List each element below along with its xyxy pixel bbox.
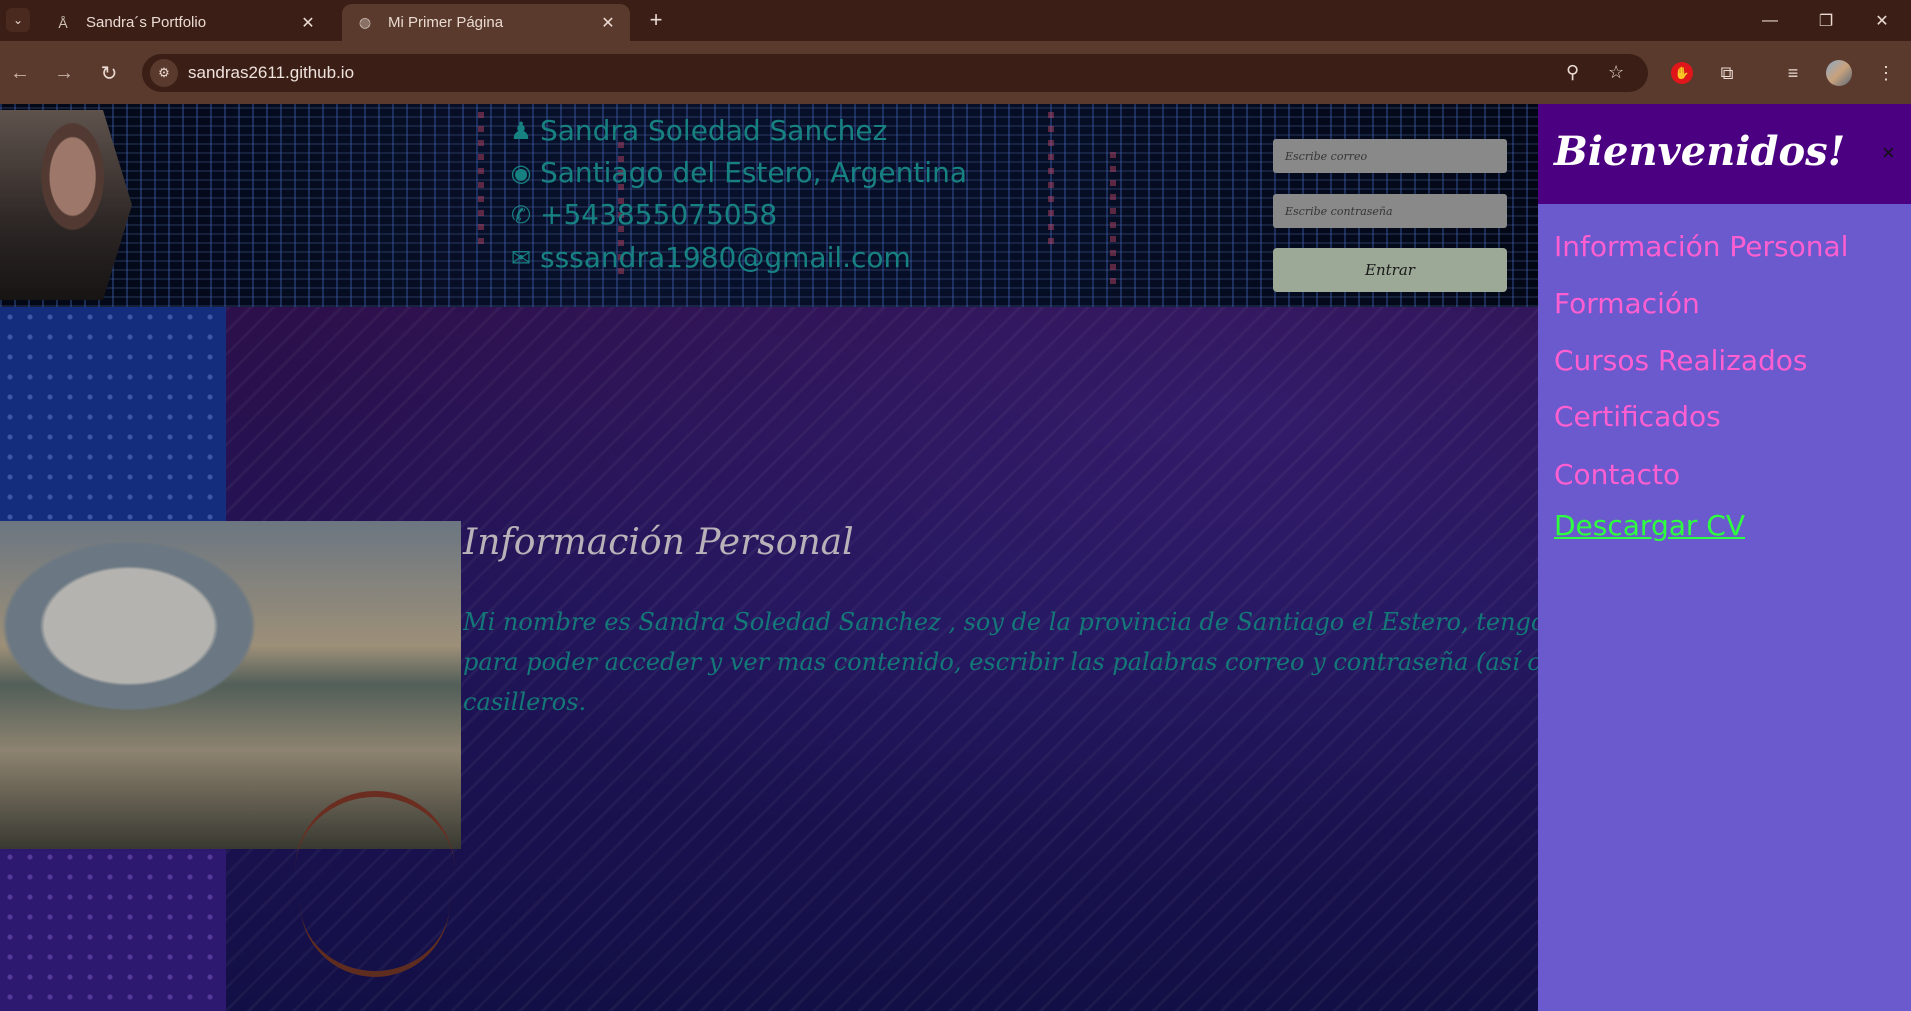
sidebar-item-informacion-personal[interactable]: Información Personal — [1554, 230, 1848, 263]
site-favicon-icon: Å — [58, 14, 68, 31]
close-window-icon[interactable]: ✕ — [1854, 0, 1910, 41]
password-field[interactable]: Escribe contraseña — [1273, 194, 1507, 228]
sidebar-item-contacto[interactable]: Contacto — [1554, 458, 1680, 491]
browser-toolbar: ← → ↻ ⚙ sandras2611.github.io ⚲ ☆ ✋ ⧉ ≡ … — [0, 41, 1911, 104]
back-icon[interactable]: ← — [4, 57, 36, 89]
extension-stop-icon[interactable]: ✋ — [1671, 62, 1693, 84]
tab-search-button[interactable]: ⌄ — [6, 8, 30, 32]
profile-avatar[interactable] — [1826, 60, 1852, 86]
extensions-puzzle-icon[interactable]: ⧉ — [1713, 59, 1741, 87]
web-page: ♟ Sandra Soledad Sanchez ◉ Santiago del … — [0, 104, 1538, 1011]
side-menu-title: Bienvenidos! — [1554, 128, 1846, 175]
download-cv-link[interactable]: Descargar CV — [1554, 509, 1745, 542]
contact-name: ♟ Sandra Soledad Sanchez — [508, 114, 887, 147]
decorative-dots — [0, 307, 226, 522]
contact-email: ✉ sssandra1980@gmail.com — [508, 241, 911, 274]
tab-title: Mi Primer Página — [388, 14, 504, 31]
tab-strip: ⌄ Å Sandra´s Portfolio ✕ ◍ Mi Primer Pág… — [0, 0, 1911, 41]
section-paragraph: Mi nombre es Sandra Soledad Sanchez , so… — [463, 608, 1538, 716]
address-bar[interactable]: ⚙ sandras2611.github.io ⚲ ☆ — [142, 54, 1648, 92]
site-info-icon[interactable]: ⚙ — [150, 59, 178, 87]
stadium-photo — [0, 521, 461, 977]
email-field[interactable]: Escribe correo — [1273, 139, 1507, 173]
minimize-icon[interactable]: — — [1742, 0, 1798, 41]
side-menu-header: Bienvenidos! × — [1538, 104, 1911, 204]
phone-icon: ✆ — [510, 200, 532, 229]
sidebar-item-formacion[interactable]: Formación — [1554, 287, 1700, 320]
tab-close-icon[interactable]: ✕ — [598, 13, 618, 33]
url-text: sandras2611.github.io — [188, 63, 355, 82]
login-button[interactable]: Entrar — [1273, 248, 1507, 292]
side-menu: Bienvenidos! × Información Personal Form… — [1538, 104, 1911, 1011]
sidebar-item-cursos[interactable]: Cursos Realizados — [1554, 344, 1808, 377]
tab-close-icon[interactable]: ✕ — [298, 13, 318, 33]
close-icon[interactable]: × — [1882, 140, 1895, 166]
section-title: Información Personal — [463, 522, 854, 563]
new-tab-button[interactable]: + — [642, 6, 670, 34]
profile-photo — [0, 110, 132, 300]
zoom-icon[interactable]: ⚲ — [1566, 62, 1579, 83]
decorative-dots — [0, 847, 226, 1011]
location-target-icon: ◉ — [510, 158, 532, 187]
sidebar-item-certificados[interactable]: Certificados — [1554, 400, 1721, 433]
tab-sandras-portfolio[interactable]: Å Sandra´s Portfolio ✕ — [40, 4, 330, 41]
globe-icon: ◍ — [358, 14, 372, 30]
site-header: ♟ Sandra Soledad Sanchez ◉ Santiago del … — [0, 104, 1538, 307]
restore-icon[interactable]: ❐ — [1798, 0, 1854, 41]
bookmark-star-icon[interactable]: ☆ — [1608, 62, 1624, 83]
contact-phone: ✆ +543855075058 — [508, 198, 777, 231]
forward-icon[interactable]: → — [48, 57, 80, 89]
tab-title: Sandra´s Portfolio — [86, 14, 207, 31]
tab-mi-primer-pagina[interactable]: ◍ Mi Primer Página ✕ — [342, 4, 630, 41]
envelope-icon: ✉ — [510, 243, 532, 272]
reload-icon[interactable]: ↻ — [93, 57, 125, 89]
kebab-menu-icon[interactable]: ⋮ — [1872, 59, 1900, 87]
person-icon: ♟ — [510, 116, 532, 145]
media-control-icon[interactable]: ≡ — [1779, 59, 1807, 87]
contact-location: ◉ Santiago del Estero, Argentina — [508, 156, 967, 189]
